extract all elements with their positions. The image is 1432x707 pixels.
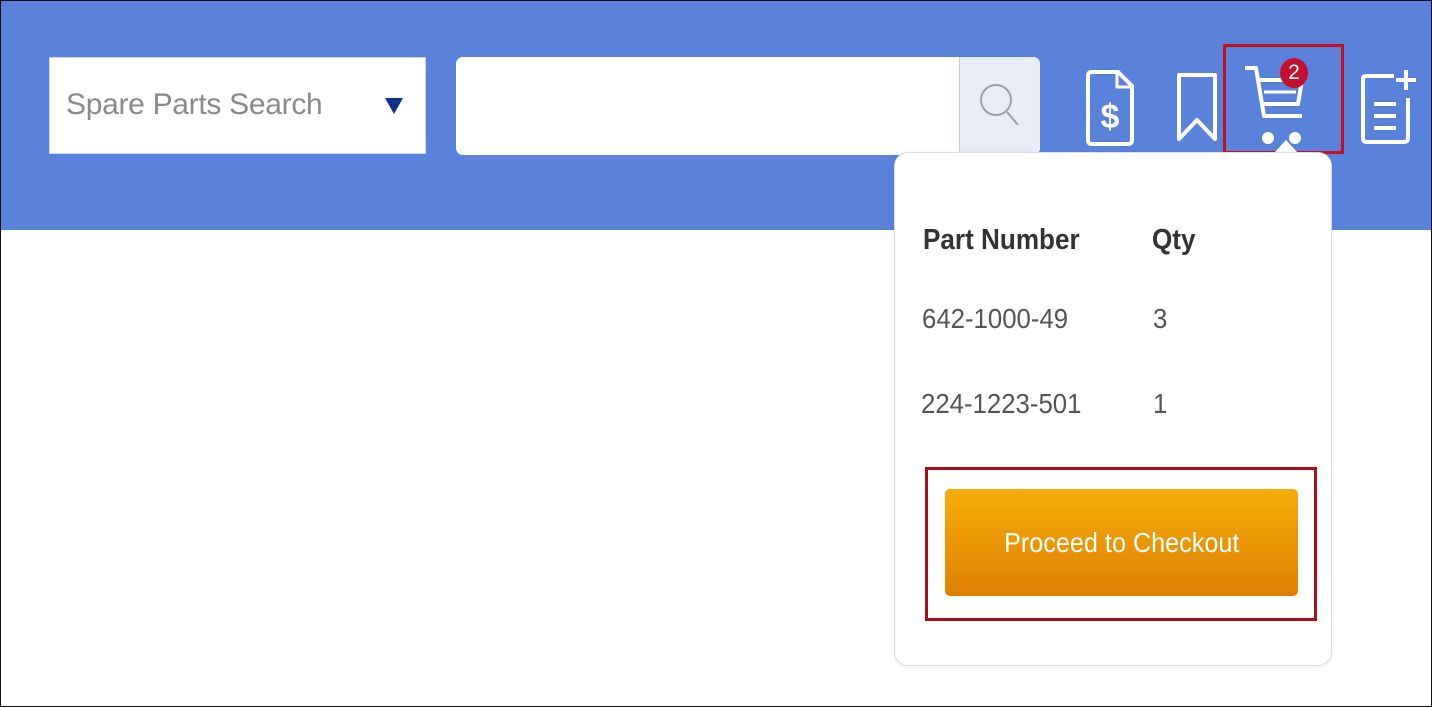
- bookmark-icon: [1177, 73, 1217, 141]
- cart-row-qty: 3: [1153, 303, 1168, 334]
- invoice-dollar-icon: $: [1086, 70, 1134, 146]
- search-scope-label: Spare Parts Search: [66, 88, 323, 121]
- cart-row-part-number: 642-1000-49: [922, 303, 1069, 334]
- triangle-down-icon: [385, 98, 403, 114]
- add-to-list-button[interactable]: [1360, 68, 1420, 153]
- cart-row-part-number: 224-1223-501: [921, 388, 1082, 419]
- search-bar: [456, 57, 1040, 155]
- proceed-to-checkout-button[interactable]: Proceed to Checkout: [945, 489, 1298, 596]
- quote-button[interactable]: $: [1084, 70, 1136, 151]
- checkout-button-label: Proceed to Checkout: [1003, 526, 1240, 558]
- search-icon: [980, 84, 1019, 126]
- search-input[interactable]: [456, 57, 959, 155]
- column-header-qty: Qty: [1152, 224, 1196, 256]
- cart-row-qty: 1: [1153, 388, 1168, 419]
- add-list-icon: [1361, 70, 1416, 144]
- search-scope-dropdown[interactable]: Spare Parts Search: [49, 57, 426, 154]
- search-button[interactable]: [959, 57, 1040, 155]
- cart-highlight-box: [1223, 44, 1344, 154]
- svg-text:$: $: [1101, 98, 1120, 136]
- bookmark-button[interactable]: [1175, 72, 1219, 149]
- column-header-part-number: Part Number: [923, 224, 1080, 256]
